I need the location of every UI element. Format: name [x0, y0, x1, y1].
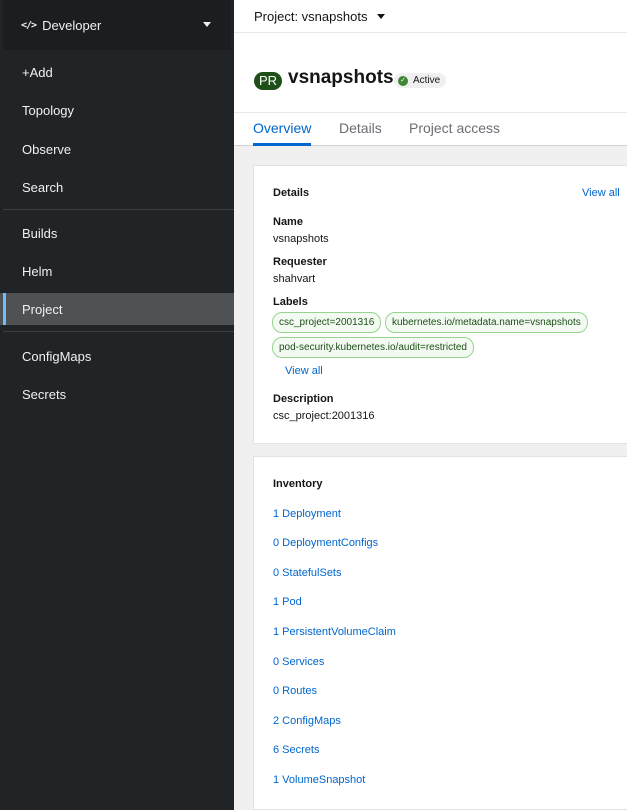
sidebar-item-label: ConfigMaps [22, 348, 92, 364]
details-view-all-link[interactable]: View all [582, 187, 620, 199]
status-badge: ✓ Active [394, 73, 447, 88]
page-header: PR vsnapshots ✓ Active [234, 32, 627, 112]
label-chip[interactable]: pod-security.kubernetes.io/audit=restric… [272, 337, 474, 358]
sidebar-item-label: +Add [22, 64, 53, 80]
sidebar-item-helm[interactable]: Helm [0, 255, 234, 287]
sidebar-item-label: Builds [22, 225, 58, 241]
sidebar-item-topology[interactable]: Topology [0, 94, 234, 126]
project-selector-label: Project: vsnapshots [254, 8, 368, 24]
resource-badge: PR [254, 72, 283, 90]
description-label: Description [273, 393, 334, 405]
sidebar-item-add[interactable]: +Add [0, 56, 234, 88]
name-value: vsnapshots [273, 233, 329, 245]
inventory-card: Inventory 1 Deployment 0 DeploymentConfi… [253, 456, 627, 810]
sidebar-item-search[interactable]: Search [0, 171, 234, 203]
perspective-label: Developer [42, 17, 102, 33]
label-chip[interactable]: csc_project=2001316 [272, 312, 382, 333]
sidebar-nav: </> Developer +Add Topology Observe Sear… [0, 0, 234, 810]
sidebar-item-project[interactable]: Project [0, 293, 234, 325]
perspective-switcher[interactable]: </> Developer [3, 0, 231, 50]
nav-divider [3, 331, 234, 332]
inventory-item-deploymentconfigs[interactable]: 0 DeploymentConfigs [273, 537, 378, 549]
details-card-title: Details [273, 187, 310, 199]
details-card: Details View all Name vsnapshots Request… [253, 165, 627, 444]
requester-value: shahvart [273, 273, 316, 285]
inventory-item-secrets[interactable]: 6 Secrets [273, 744, 319, 756]
requester-label: Requester [273, 256, 327, 268]
description-value: csc_project:2001316 [273, 410, 375, 422]
sidebar-item-configmaps[interactable]: ConfigMaps [0, 340, 234, 372]
label-chip[interactable]: kubernetes.io/metadata.name=vsnapshots [385, 312, 588, 333]
sidebar-item-label: Topology [22, 102, 75, 118]
page-title: vsnapshots [288, 67, 394, 88]
sidebar-item-secrets[interactable]: Secrets [0, 378, 234, 410]
inventory-item-statefulsets[interactable]: 0 StatefulSets [273, 567, 342, 579]
inventory-item-routes[interactable]: 0 Routes [273, 685, 317, 697]
inventory-card-title: Inventory [273, 478, 323, 490]
inventory-item-services[interactable]: 0 Services [273, 656, 324, 668]
sidebar-item-label: Observe [22, 141, 72, 157]
inventory-item-pvcs[interactable]: 1 PersistentVolumeClaim [273, 626, 396, 638]
chevron-down-icon [203, 22, 211, 27]
sidebar-item-label: Search [22, 179, 64, 195]
inventory-item-pods[interactable]: 1 Pod [273, 596, 302, 608]
inventory-item-volumesnapshots[interactable]: 1 VolumeSnapshot [273, 774, 365, 786]
sidebar-item-label: Helm [22, 263, 53, 279]
tab-details[interactable]: Details [339, 113, 382, 146]
tab-overview[interactable]: Overview [253, 113, 312, 146]
tab-bar: Overview Details Project access [234, 112, 627, 146]
labels-view-all-link[interactable]: View all [285, 365, 323, 377]
sidebar-item-builds[interactable]: Builds [0, 217, 234, 249]
project-selector[interactable]: Project: vsnapshots [234, 0, 627, 32]
labels-label: Labels [273, 296, 308, 308]
main-content: Project: vsnapshots PR vsnapshots ✓ Acti… [234, 0, 627, 810]
chevron-down-icon [377, 13, 386, 19]
sidebar-item-observe[interactable]: Observe [0, 133, 234, 165]
check-circle-icon: ✓ [398, 75, 408, 86]
status-label: Active [413, 75, 441, 86]
sidebar-item-label: Project [22, 301, 63, 317]
nav-divider [3, 209, 234, 210]
code-icon: </> [21, 19, 37, 31]
sidebar-item-label: Secrets [22, 386, 67, 402]
name-label: Name [273, 216, 303, 228]
tab-project-access[interactable]: Project access [409, 113, 500, 146]
inventory-item-configmaps[interactable]: 2 ConfigMaps [273, 715, 341, 727]
inventory-item-deployments[interactable]: 1 Deployment [273, 508, 341, 520]
